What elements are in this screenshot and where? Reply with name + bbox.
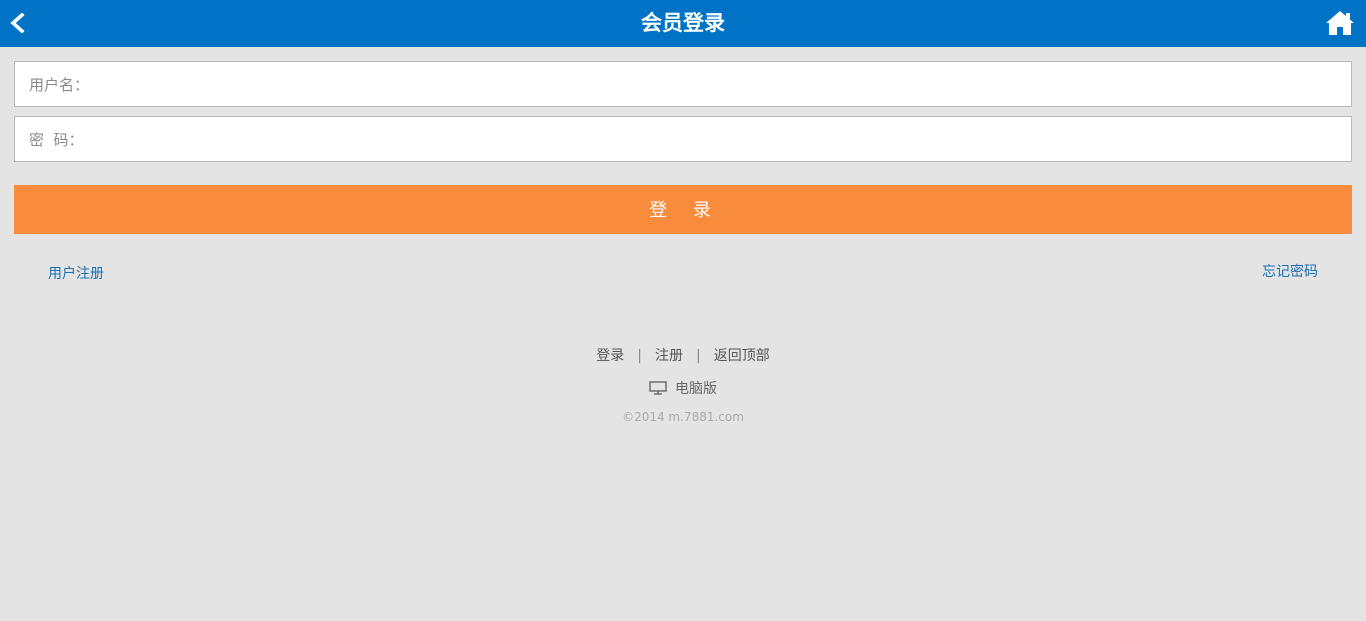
username-input[interactable] [89, 64, 1351, 104]
copyright-text: ©2014 m.7881.com [622, 410, 744, 424]
register-link[interactable]: 用户注册 [48, 263, 104, 283]
username-label: 用户名： [29, 75, 90, 94]
footer-separator: | [696, 348, 701, 364]
footer-register-link[interactable]: 注册 [655, 348, 683, 364]
monitor-icon [649, 381, 667, 395]
password-field[interactable]: 密 码： [14, 116, 1352, 162]
footer-links: 登录 | 注册 | 返回顶部 [0, 345, 1366, 365]
footer-login-link[interactable]: 登录 [596, 348, 624, 364]
username-field[interactable]: 用户名： [14, 61, 1352, 107]
page-title: 会员登录 [641, 11, 725, 35]
top-nav-bar: 会员登录 [0, 0, 1366, 47]
back-to-top-link[interactable]: 返回顶部 [714, 348, 770, 364]
password-input[interactable] [83, 119, 1351, 159]
pc-version-link[interactable]: 电脑版 [675, 378, 717, 398]
login-button[interactable]: 登 录 [14, 185, 1352, 234]
forgot-password-link[interactable]: 忘记密码 [1262, 261, 1318, 281]
home-icon [1326, 11, 1354, 35]
home-button[interactable] [1324, 9, 1356, 37]
footer-separator: | [637, 348, 642, 364]
password-label: 密 码： [29, 130, 84, 149]
pc-version-row: 电脑版 [0, 378, 1366, 398]
